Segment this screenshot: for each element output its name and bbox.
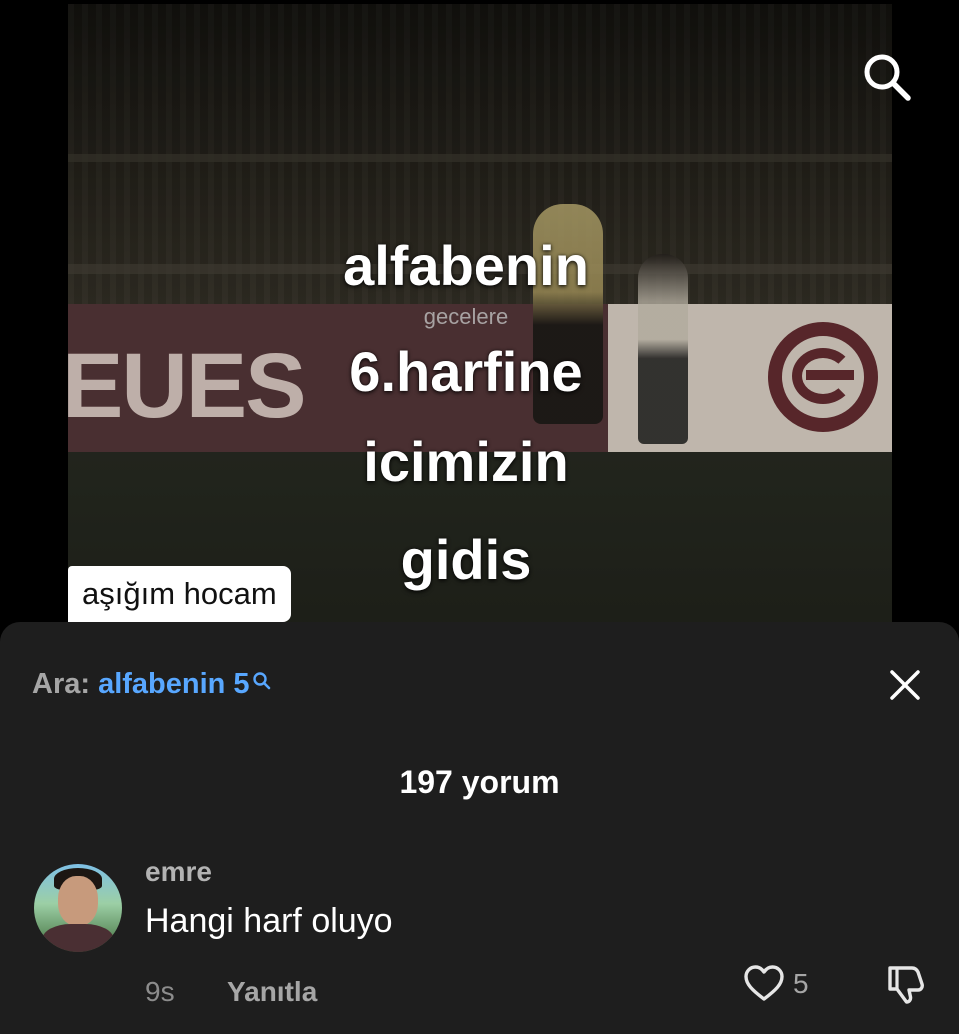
- overlay-text-line: 6.harfine: [349, 340, 583, 403]
- search-icon: [252, 664, 272, 700]
- overlay-text-line: icimizin: [363, 430, 569, 493]
- caption-chip: aşığım hocam: [68, 566, 291, 622]
- avatar[interactable]: [34, 864, 122, 952]
- thumbs-down-icon: [888, 966, 924, 1004]
- like-button[interactable]: [742, 962, 786, 1006]
- search-button[interactable]: [858, 48, 914, 104]
- heart-icon: [744, 965, 784, 1001]
- related-search-prefix: Ara:: [32, 668, 91, 700]
- video-player[interactable]: EUES alfabenin gecelere 6.harfine icimiz…: [0, 0, 959, 640]
- overlay-text-line: alfabenin: [343, 234, 589, 297]
- comment-time: 9s: [145, 976, 175, 1007]
- reply-button[interactable]: Yanıtla: [227, 976, 317, 1008]
- video-frame: EUES alfabenin gecelere 6.harfine icimiz…: [68, 4, 892, 640]
- avatar-face: [58, 876, 98, 926]
- close-button[interactable]: [884, 664, 926, 706]
- comment-count: 197 yorum: [399, 764, 560, 800]
- related-search[interactable]: Ara: alfabenin 5: [32, 666, 272, 702]
- related-search-query[interactable]: alfabenin 5: [98, 668, 250, 700]
- overlay-small-text: gecelere: [423, 304, 509, 329]
- comment-username[interactable]: emre: [145, 856, 212, 888]
- comments-sheet: Ara: alfabenin 5 197 yorum emre Hangi ha…: [0, 622, 959, 1034]
- close-icon: [890, 670, 920, 700]
- avatar-body: [42, 924, 114, 952]
- comment-text: Hangi harf oluyo: [145, 902, 393, 940]
- like-count: 5: [793, 968, 809, 999]
- search-icon: [864, 54, 911, 101]
- dislike-button[interactable]: [882, 960, 928, 1006]
